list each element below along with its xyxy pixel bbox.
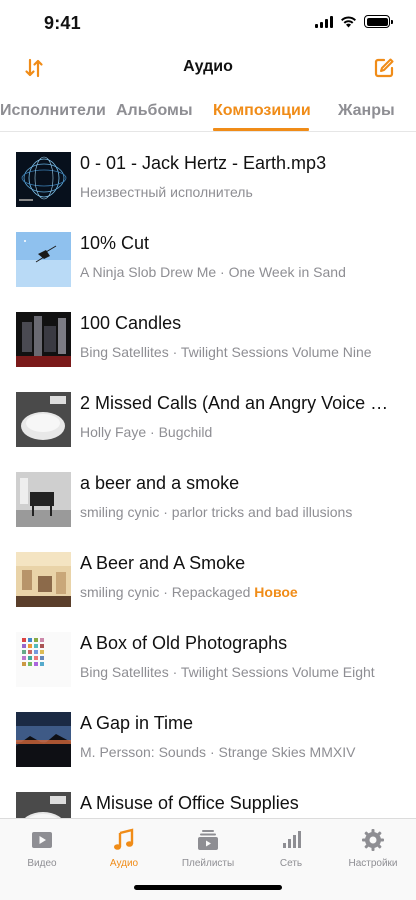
album-art [16, 232, 71, 287]
status-icons [315, 15, 393, 28]
album-art [16, 632, 71, 687]
status-time: 9:41 [44, 13, 81, 33]
album-art [16, 152, 71, 207]
album-art [16, 552, 71, 607]
song-subtitle: Holly Faye · Bugchild [80, 424, 213, 440]
navigation-bar: Аудио [0, 46, 416, 90]
song-subtitle: Неизвестный исполнитель [80, 184, 253, 200]
tabbar-network[interactable]: Сеть [256, 827, 326, 869]
song-row[interactable]: A Misuse of Office Supplies [0, 772, 416, 818]
song-title: 2 Missed Calls (And an Angry Voice Messa… [80, 393, 400, 413]
battery-icon [364, 15, 393, 28]
tab-songs[interactable]: Композиции [213, 102, 311, 120]
page-title: Аудио [183, 58, 233, 75]
song-title: A Beer and A Smoke [80, 553, 246, 573]
song-row[interactable]: 0 - 01 - Jack Hertz - Earth.mp3 Неизвест… [0, 132, 416, 212]
song-row[interactable]: 100 Candles Bing Satellites · Twilight S… [0, 292, 416, 372]
song-row[interactable]: a beer and a smoke smiling cynic · parlo… [0, 452, 416, 532]
edit-icon[interactable] [372, 56, 396, 80]
song-subtitle: smiling cynic · parlor tricks and bad il… [80, 504, 353, 520]
album-art [16, 312, 71, 367]
album-art [16, 712, 71, 767]
song-title: A Misuse of Office Supplies [80, 793, 299, 813]
song-title: a beer and a smoke [80, 473, 240, 493]
song-row[interactable]: 2 Missed Calls (And an Angry Voice Messa… [0, 372, 416, 452]
album-art [16, 472, 71, 527]
active-tab-indicator [213, 128, 309, 131]
playlists-icon [198, 830, 218, 850]
video-icon [32, 832, 52, 848]
tab-albums[interactable]: Альбомы [116, 102, 193, 120]
home-indicator[interactable] [134, 885, 282, 890]
status-bar: 9:41 [0, 0, 416, 46]
wifi-icon [341, 16, 356, 28]
tabbar-label: Аудио [109, 858, 139, 869]
album-art [16, 392, 71, 447]
tabbar-playlists[interactable]: Плейлисты [173, 827, 243, 869]
song-subtitle: smiling cynic · Repackaged Новое [80, 584, 298, 600]
tabbar-settings[interactable]: Настройки [338, 827, 408, 869]
album-art [16, 792, 71, 818]
song-row[interactable]: A Gap in Time M. Persson: Sounds · Stran… [0, 692, 416, 772]
network-icon [283, 831, 301, 848]
song-subtitle: Bing Satellites · Twilight Sessions Volu… [80, 344, 372, 360]
tabbar-audio[interactable]: Аудио [89, 827, 159, 869]
tabbar-label: Видео [27, 858, 57, 869]
song-title: A Gap in Time [80, 713, 194, 733]
song-subtitle: Bing Satellites · Twilight Sessions Volu… [80, 664, 375, 680]
song-title: 0 - 01 - Jack Hertz - Earth.mp3 [80, 153, 327, 173]
tabbar-label: Плейлисты [181, 858, 235, 869]
tab-genres[interactable]: Жанры [338, 102, 395, 120]
cellular-signal-icon [315, 15, 333, 28]
music-note-icon [114, 828, 134, 850]
settings-gear-icon [362, 829, 384, 851]
song-row[interactable]: 10% Cut A Ninja Slob Drew Me · One Week … [0, 212, 416, 292]
song-list: 0 - 01 - Jack Hertz - Earth.mp3 Неизвест… [0, 132, 416, 818]
song-row[interactable]: A Beer and A Smoke smiling cynic · Repac… [0, 532, 416, 612]
song-title: 100 Candles [80, 313, 182, 333]
tabbar-label: Сеть [279, 858, 303, 869]
song-subtitle: A Ninja Slob Drew Me · One Week in Sand [80, 264, 346, 280]
song-title: A Box of Old Photographs [80, 633, 288, 653]
tabbar-video[interactable]: Видео [7, 827, 77, 869]
category-tabs: Исполнители Альбомы Композиции Жанры [0, 90, 416, 132]
tabbar-label: Настройки [348, 858, 398, 869]
new-badge: Новое [254, 584, 298, 600]
song-subtitle: M. Persson: Sounds · Strange Skies MMXIV [80, 744, 356, 760]
tab-artists[interactable]: Исполнители [0, 102, 106, 120]
song-row[interactable]: A Box of Old Photographs Bing Satellites… [0, 612, 416, 692]
song-title: 10% Cut [80, 233, 150, 253]
